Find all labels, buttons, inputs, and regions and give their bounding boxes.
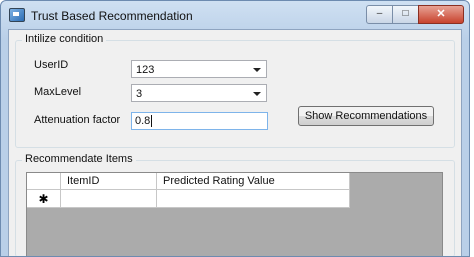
new-row-header[interactable]: ✱ (27, 190, 61, 208)
attenuation-value: 0.8 (135, 115, 151, 127)
attenuation-label: Attenuation factor (34, 114, 121, 126)
minimize-button[interactable]: – (366, 5, 393, 24)
recommended-items-title: Recommendate Items (22, 153, 136, 165)
chevron-down-icon[interactable] (253, 68, 261, 72)
title-bar[interactable]: Trust Based Recommendation – □ ✕ (1, 1, 469, 29)
userid-combobox[interactable]: 123 (131, 60, 267, 78)
new-row-itemid-cell[interactable] (61, 190, 157, 208)
show-recommendations-button[interactable]: Show Recommendations (298, 106, 434, 126)
close-button[interactable]: ✕ (418, 5, 464, 24)
new-row-icon: ✱ (38, 192, 49, 206)
chevron-down-icon[interactable] (253, 92, 261, 96)
column-header-itemid[interactable]: ItemID (61, 173, 157, 190)
items-datagrid[interactable]: ItemID Predicted Rating Value ✱ (26, 172, 443, 256)
init-condition-title: Intilize condition (22, 33, 107, 45)
maxlevel-value: 3 (136, 88, 143, 100)
recommended-items-group: Recommendate Items ItemID Predicted Rati… (15, 153, 455, 256)
close-icon: ✕ (436, 8, 446, 20)
text-caret (151, 115, 153, 128)
form-client-area: Intilize condition UserID 123 MaxLevel 3… (8, 29, 462, 256)
main-window: Trust Based Recommendation – □ ✕ Intiliz… (0, 0, 470, 257)
new-row-predicted-rating-cell[interactable] (157, 190, 350, 208)
column-header-predicted-rating[interactable]: Predicted Rating Value (157, 173, 350, 190)
maximize-button[interactable]: □ (392, 5, 419, 24)
maxlevel-label: MaxLevel (34, 86, 82, 98)
minimize-icon: – (376, 8, 383, 19)
maximize-icon: □ (402, 8, 409, 19)
userid-value: 123 (136, 64, 155, 76)
app-icon (9, 8, 25, 22)
init-condition-group: Intilize condition UserID 123 MaxLevel 3… (15, 33, 455, 148)
userid-label: UserID (34, 59, 69, 71)
maxlevel-combobox[interactable]: 3 (131, 84, 267, 102)
attenuation-input[interactable]: 0.8 (131, 112, 268, 130)
window-title: Trust Based Recommendation (31, 9, 193, 23)
grid-corner-header (27, 173, 61, 190)
